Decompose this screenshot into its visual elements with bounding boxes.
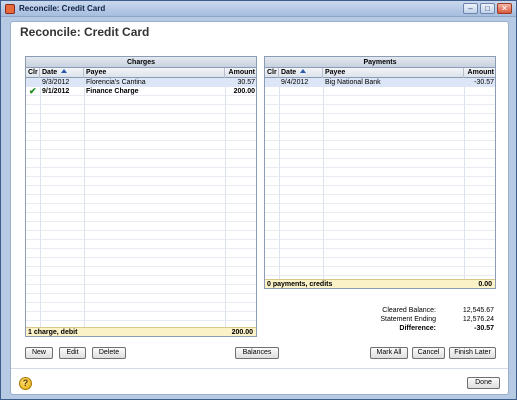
payments-total: 0.00 <box>478 281 492 288</box>
payments-count: 0 payments, credits <box>267 281 333 288</box>
table-row[interactable]: ✔ 9/1/2012 Finance Charge 200.00 <box>26 87 256 96</box>
title-bar[interactable]: Reconcile: Credit Card – □ ✕ <box>1 1 516 17</box>
cleared-balance-row: Cleared Balance: 12,545.67 <box>344 306 494 315</box>
cleared-balance-value: 12,545.67 <box>462 307 494 314</box>
payments-col-amount[interactable]: Amount <box>464 68 497 78</box>
charges-count: 1 charge, debit <box>28 329 78 336</box>
difference-label: Difference: <box>399 325 436 332</box>
payments-col-clr[interactable]: Clr <box>265 68 279 78</box>
row-amount: -30.57 <box>474 79 494 86</box>
payments-footer: 0 payments, credits 0.00 <box>265 279 495 288</box>
row-payee: Finance Charge <box>86 88 139 95</box>
content-panel: Reconcile: Credit Card Charges Clr Date … <box>10 21 509 395</box>
charges-footer: 1 charge, debit 200.00 <box>26 327 256 336</box>
charges-header: Clr Date Payee Amount <box>26 68 256 78</box>
sort-ascending-icon <box>300 69 307 73</box>
col-divider <box>84 78 85 327</box>
row-date: 9/1/2012 <box>42 88 70 95</box>
payments-grid: Payments Clr Date Payee Amount 9/4/2012 … <box>264 56 496 289</box>
window-title: Reconcile: Credit Card <box>19 4 106 13</box>
balances-button[interactable]: Balances <box>235 347 279 359</box>
charges-col-clr[interactable]: Clr <box>26 68 40 78</box>
col-divider <box>225 78 226 327</box>
charges-title: Charges <box>26 57 256 68</box>
payments-body[interactable]: 9/4/2012 Big National Bank -30.57 <box>265 78 495 279</box>
close-button[interactable]: ✕ <box>497 3 512 14</box>
edit-button[interactable]: Edit <box>59 347 86 359</box>
cleared-balance-label: Cleared Balance: <box>382 307 436 314</box>
row-amount: 30.57 <box>237 79 255 86</box>
help-icon[interactable]: ? <box>19 377 32 390</box>
maximize-button[interactable]: □ <box>480 3 495 14</box>
app-icon <box>5 4 15 14</box>
charges-col-date[interactable]: Date <box>40 68 84 78</box>
row-date: 9/4/2012 <box>281 79 309 86</box>
difference-value: -30.57 <box>474 325 494 332</box>
payments-col-date-label: Date <box>281 69 297 76</box>
new-button[interactable]: New <box>25 347 53 359</box>
payments-title: Payments <box>265 57 495 68</box>
finish-later-button[interactable]: Finish Later <box>449 347 496 359</box>
table-row[interactable]: 9/3/2012 Florencia's Cantina 30.57 <box>26 78 256 87</box>
charges-col-date-label: Date <box>42 69 58 76</box>
divider <box>11 368 508 369</box>
charges-col-payee[interactable]: Payee <box>84 68 225 78</box>
col-divider <box>323 78 324 279</box>
reconcile-window: Reconcile: Credit Card – □ ✕ Reconcile: … <box>0 0 517 400</box>
page-title: Reconcile: Credit Card <box>20 25 150 39</box>
col-divider <box>40 78 41 327</box>
done-button[interactable]: Done <box>467 377 500 389</box>
col-divider <box>279 78 280 279</box>
cancel-button[interactable]: Cancel <box>412 347 445 359</box>
table-row[interactable]: 9/4/2012 Big National Bank -30.57 <box>265 78 495 87</box>
charges-total: 200.00 <box>231 329 253 336</box>
reconcile-summary: Cleared Balance: 12,545.67 Statement End… <box>344 306 494 333</box>
row-payee: Florencia's Cantina <box>86 79 146 86</box>
row-amount: 200.00 <box>233 88 255 95</box>
row-payee: Big National Bank <box>325 79 381 86</box>
difference-row: Difference: -30.57 <box>344 324 494 333</box>
payments-col-date[interactable]: Date <box>279 68 323 78</box>
charges-col-amount[interactable]: Amount <box>225 68 258 78</box>
checkmark-icon[interactable]: ✔ <box>27 87 40 96</box>
statement-ending-row: Statement Ending 12,576.24 <box>344 315 494 324</box>
sort-ascending-icon <box>61 69 68 73</box>
statement-ending-value: 12,576.24 <box>462 316 494 323</box>
statement-ending-label: Statement Ending <box>380 316 436 323</box>
payments-col-payee[interactable]: Payee <box>323 68 464 78</box>
payments-header: Clr Date Payee Amount <box>265 68 495 78</box>
row-date: 9/3/2012 <box>42 79 70 86</box>
delete-button[interactable]: Delete <box>92 347 126 359</box>
charges-body[interactable]: 9/3/2012 Florencia's Cantina 30.57 ✔ 9/1… <box>26 78 256 327</box>
minimize-button[interactable]: – <box>463 3 478 14</box>
charges-grid: Charges Clr Date Payee Amount 9/3/2012 F… <box>25 56 257 337</box>
col-divider <box>464 78 465 279</box>
window-controls: – □ ✕ <box>463 3 512 14</box>
mark-all-button[interactable]: Mark All <box>370 347 408 359</box>
